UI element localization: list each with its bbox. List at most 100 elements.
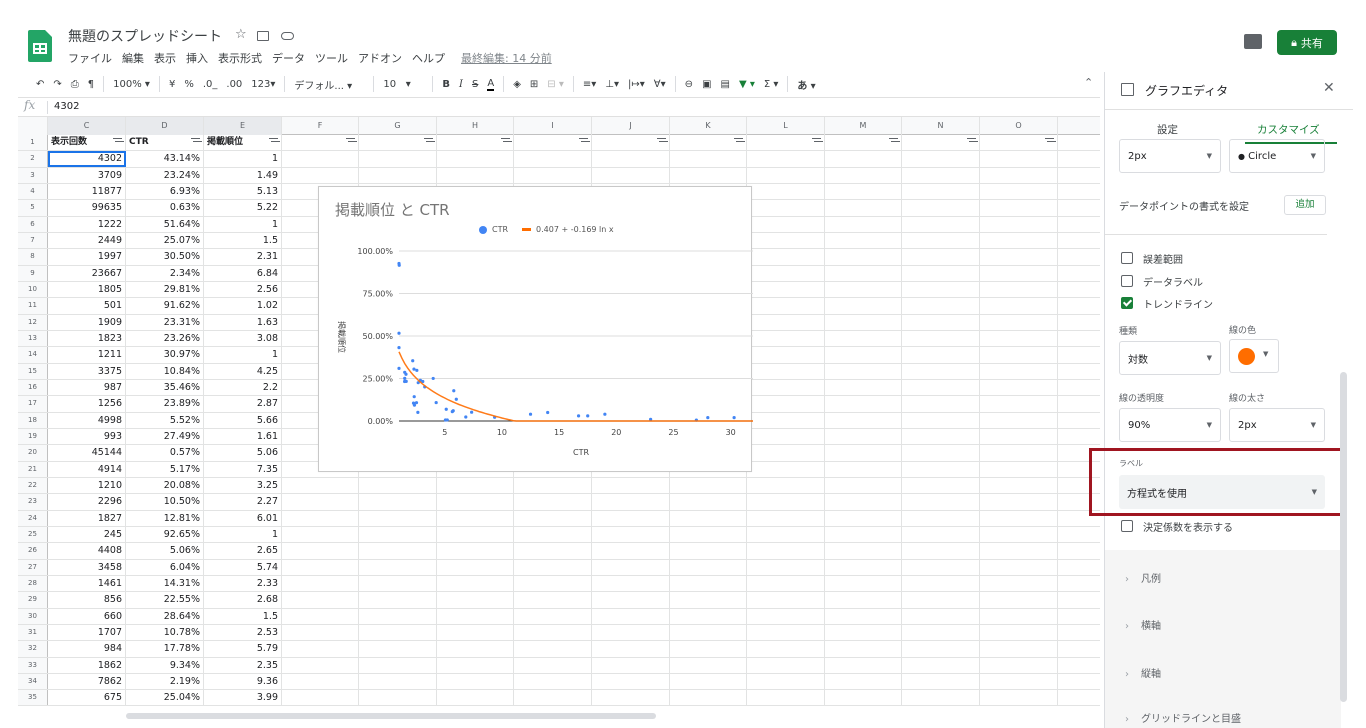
table-cell[interactable]: 99635	[48, 200, 126, 216]
table-cell[interactable]	[437, 559, 514, 575]
horizontal-scrollbar[interactable]	[126, 713, 656, 719]
table-cell[interactable]	[514, 543, 592, 559]
table-cell[interactable]: 6.93%	[126, 183, 204, 200]
column-header-g[interactable]: G	[359, 117, 437, 135]
table-cell[interactable]	[825, 575, 902, 592]
filter-icon[interactable]	[889, 138, 898, 145]
table-cell[interactable]	[670, 543, 747, 559]
print-icon[interactable]: ⎙	[71, 79, 79, 90]
table-cell[interactable]	[514, 526, 592, 543]
table-cell[interactable]	[747, 608, 825, 624]
table-cell[interactable]	[437, 592, 514, 608]
tab-setup[interactable]: 設定	[1157, 122, 1178, 137]
filter-icon[interactable]	[734, 138, 743, 145]
table-cell[interactable]	[670, 167, 747, 183]
table-cell[interactable]	[592, 641, 670, 657]
table-cell[interactable]	[514, 167, 592, 183]
table-cell[interactable]	[902, 608, 980, 624]
table-cell[interactable]	[747, 298, 825, 314]
row-number[interactable]: 2	[18, 151, 48, 167]
table-cell[interactable]	[902, 183, 980, 200]
table-cell[interactable]	[825, 526, 902, 543]
merge-cells-icon[interactable]: ⊟ ▾	[547, 79, 564, 90]
table-cell[interactable]	[747, 559, 825, 575]
column-header-h[interactable]: H	[437, 117, 514, 135]
table-cell[interactable]	[282, 151, 359, 167]
table-cell[interactable]: 984	[48, 641, 126, 657]
table-cell[interactable]	[670, 690, 747, 706]
filter-icon[interactable]	[657, 138, 666, 145]
row-number[interactable]: 33	[18, 657, 48, 673]
table-cell[interactable]	[747, 543, 825, 559]
row-number[interactable]: 15	[18, 363, 48, 379]
table-cell[interactable]	[282, 673, 359, 690]
section-legend[interactable]: › 凡例	[1125, 570, 1161, 585]
table-cell[interactable]	[825, 330, 902, 347]
column-header-k[interactable]: K	[670, 117, 747, 135]
table-cell[interactable]	[902, 167, 980, 183]
table-cell[interactable]: 45144	[48, 445, 126, 461]
table-cell[interactable]	[980, 200, 1058, 216]
row-number[interactable]: 18	[18, 412, 48, 428]
text-wrap-icon[interactable]: |↦▾	[628, 79, 645, 90]
table-cell[interactable]	[592, 151, 670, 167]
table-cell[interactable]	[747, 477, 825, 494]
zoom-select[interactable]: 100% ▾	[113, 79, 150, 90]
table-cell[interactable]	[980, 347, 1058, 363]
table-cell[interactable]: 856	[48, 592, 126, 608]
table-cell[interactable]	[437, 167, 514, 183]
table-cell[interactable]	[282, 543, 359, 559]
table-cell[interactable]	[980, 461, 1058, 477]
table-cell[interactable]: 1	[204, 526, 282, 543]
table-cell[interactable]	[359, 624, 437, 641]
currency-format-button[interactable]: ¥	[169, 79, 175, 90]
table-cell[interactable]	[825, 167, 902, 183]
decrease-decimal-button[interactable]: .0_	[203, 79, 218, 90]
data-labels-checkbox[interactable]	[1121, 275, 1133, 287]
table-cell[interactable]	[592, 624, 670, 641]
menu-format[interactable]: 表示形式	[218, 50, 262, 66]
table-cell[interactable]	[902, 494, 980, 510]
scatter-chart[interactable]: 0.00% 25.00% 50.00% 75.00% 100.00% 5 10 15 20 25 3…	[318, 186, 753, 472]
menu-insert[interactable]: 挿入	[186, 50, 208, 66]
table-cell[interactable]: 3458	[48, 559, 126, 575]
table-cell[interactable]: 10.50%	[126, 494, 204, 510]
star-icon[interactable]: ☆	[235, 27, 247, 42]
section-vertical-axis[interactable]: › 縦軸	[1125, 665, 1161, 680]
row-number[interactable]: 19	[18, 428, 48, 445]
table-cell[interactable]	[670, 641, 747, 657]
fill-color-icon[interactable]: ◈	[513, 79, 521, 90]
table-cell[interactable]	[747, 151, 825, 167]
table-cell[interactable]	[902, 575, 980, 592]
table-cell[interactable]	[359, 690, 437, 706]
filter-cell[interactable]	[670, 135, 747, 151]
table-cell[interactable]: 1.61	[204, 428, 282, 445]
table-cell[interactable]	[747, 494, 825, 510]
table-cell[interactable]	[980, 249, 1058, 265]
table-cell[interactable]	[747, 330, 825, 347]
table-cell[interactable]	[514, 477, 592, 494]
row-number[interactable]: 13	[18, 330, 48, 347]
table-cell[interactable]: 1.5	[204, 232, 282, 249]
filter-icon[interactable]: ▼ ▾	[739, 79, 755, 90]
trendline-type-select[interactable]: 対数 ▼	[1119, 341, 1221, 375]
table-cell[interactable]	[670, 559, 747, 575]
table-cell[interactable]	[980, 690, 1058, 706]
table-cell[interactable]	[747, 232, 825, 249]
table-cell[interactable]	[825, 379, 902, 396]
table-cell[interactable]	[902, 265, 980, 281]
filter-icon[interactable]	[346, 138, 355, 145]
chart-legend[interactable]: CTR 0.407 + -0.169 ln x	[479, 225, 614, 234]
table-cell[interactable]	[825, 298, 902, 314]
table-cell[interactable]: 1256	[48, 396, 126, 412]
table-cell[interactable]	[980, 641, 1058, 657]
table-cell[interactable]	[592, 690, 670, 706]
table-cell[interactable]	[825, 281, 902, 298]
table-cell[interactable]	[825, 592, 902, 608]
table-cell[interactable]	[825, 608, 902, 624]
table-cell[interactable]: 1909	[48, 314, 126, 330]
table-cell[interactable]	[825, 428, 902, 445]
table-cell[interactable]: 1	[204, 216, 282, 232]
filter-cell[interactable]	[902, 135, 980, 151]
table-cell[interactable]	[747, 265, 825, 281]
